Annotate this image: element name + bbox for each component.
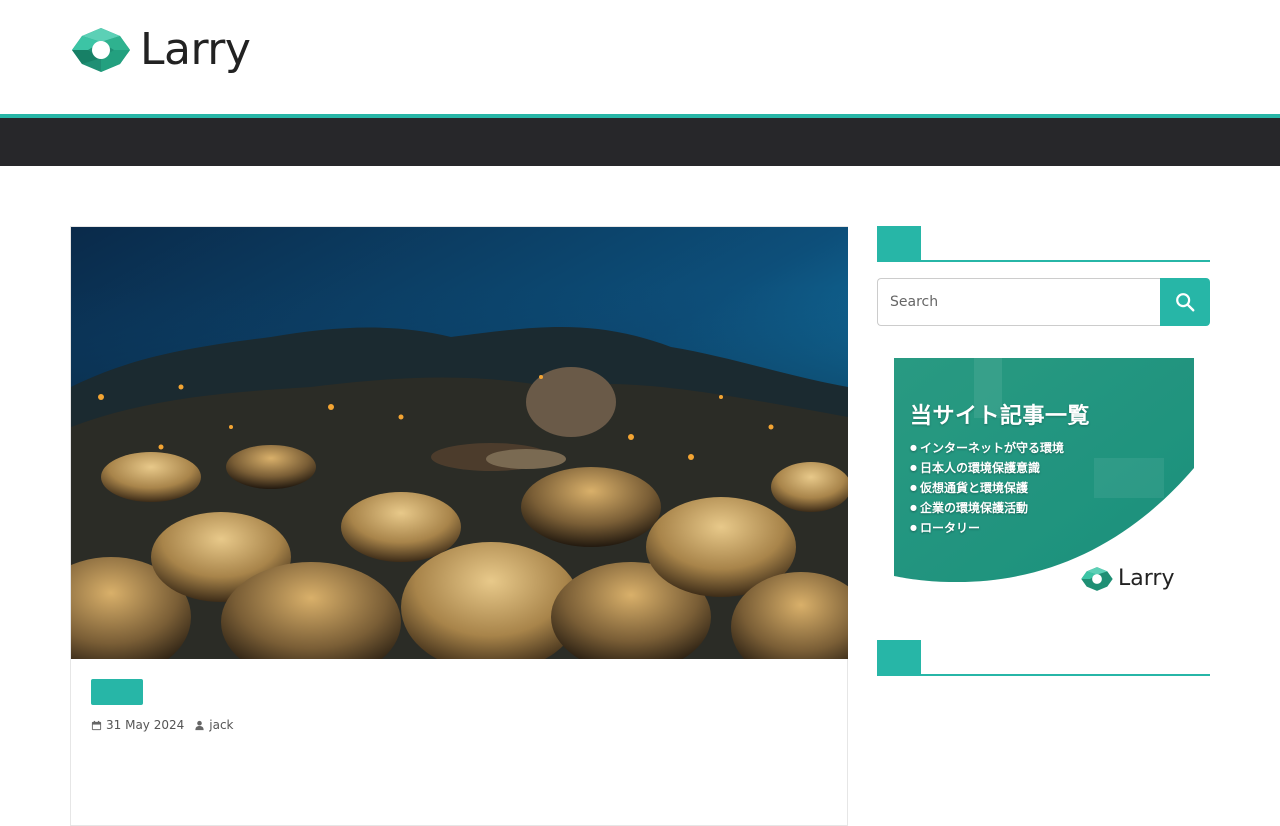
banner-list-item: ロータリー <box>910 518 1064 538</box>
site-title: Larry <box>140 24 251 75</box>
banner-list-item: インターネットが守る環境 <box>910 438 1064 458</box>
logo-icon <box>72 28 130 72</box>
post-author[interactable]: jack <box>194 718 233 732</box>
primary-navigation <box>0 114 1280 166</box>
user-icon <box>195 720 204 730</box>
search-form <box>877 278 1210 326</box>
search-widget-title <box>877 226 1210 262</box>
sidebar-widget-title <box>877 640 1210 676</box>
article-card: 31 May 2024 jack <box>70 226 848 826</box>
banner-article-list: インターネットが守る環境 日本人の環境保護意識 仮想通貨と環境保護 企業の環境保… <box>910 438 1064 538</box>
site-logo[interactable]: Larry <box>70 24 251 76</box>
site-header: Larry <box>0 0 1280 114</box>
post-date[interactable]: 31 May 2024 <box>91 718 184 732</box>
featured-image[interactable] <box>71 227 848 659</box>
search-icon <box>1176 293 1195 312</box>
widget-title-tab <box>877 226 921 260</box>
widget-title-tab <box>877 640 921 674</box>
post-date-text: 31 May 2024 <box>106 718 185 732</box>
post-author-name: jack <box>209 718 234 732</box>
post-meta: 31 May 2024 jack <box>91 718 243 732</box>
banner-list-item: 企業の環境保護活動 <box>910 498 1064 518</box>
banner-list-item: 仮想通貨と環境保護 <box>910 478 1064 498</box>
search-input[interactable] <box>877 278 1160 326</box>
search-button[interactable] <box>1160 278 1210 326</box>
banner-logo-text: Larry <box>1118 566 1175 591</box>
calendar-icon <box>91 720 102 730</box>
banner-logo-icon <box>1081 567 1113 591</box>
coral-reef-image <box>71 227 848 659</box>
article-list-banner[interactable]: 当サイト記事一覧 インターネットが守る環境 日本人の環境保護意識 仮想通貨と環境… <box>894 358 1194 598</box>
banner-logo: Larry <box>1080 566 1174 592</box>
banner-title: 当サイト記事一覧 <box>910 404 1091 429</box>
category-badge[interactable] <box>91 679 143 705</box>
banner-list-item: 日本人の環境保護意識 <box>910 458 1064 478</box>
